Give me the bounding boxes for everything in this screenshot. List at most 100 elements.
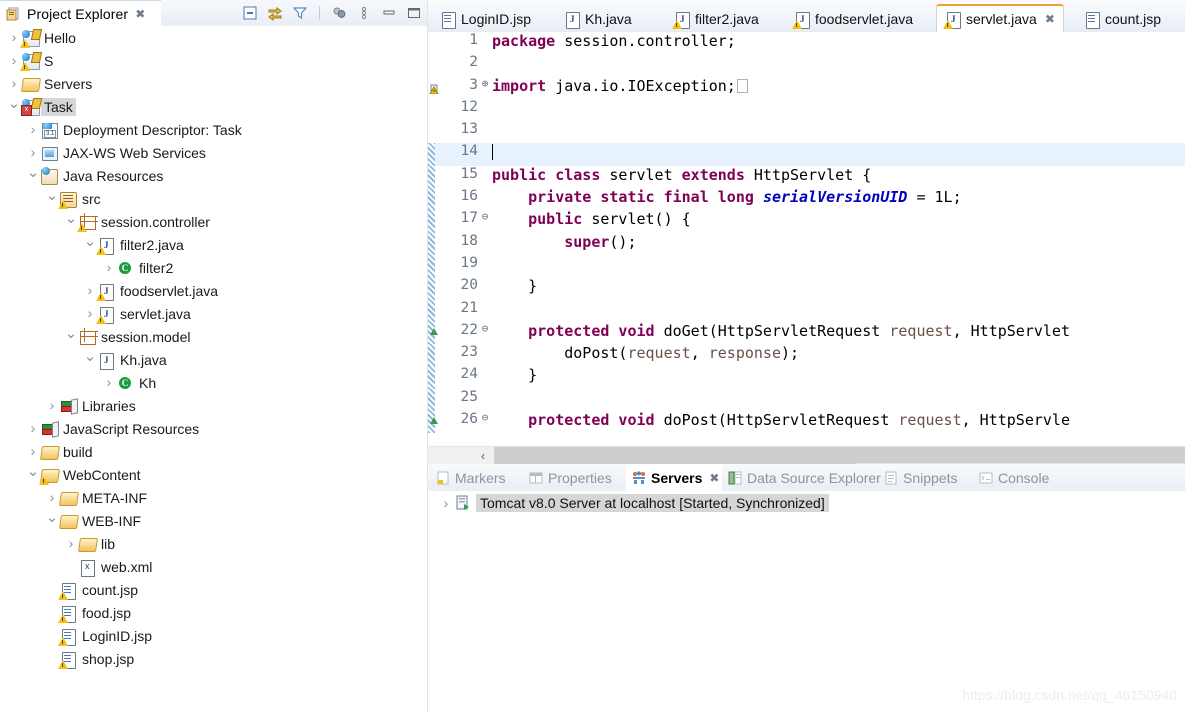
tree-item-web-xml[interactable]: web.xml: [0, 555, 428, 578]
view-menu-icon[interactable]: [356, 5, 372, 21]
code-line[interactable]: 18 super();: [428, 232, 1185, 255]
code-line[interactable]: 24 }: [428, 366, 1185, 389]
collapse-arrow-icon[interactable]: [44, 513, 60, 528]
code-line[interactable]: 17 ⊖ public servlet() {: [428, 210, 1185, 233]
tree-item-servlet-java[interactable]: servlet.java: [0, 302, 428, 325]
tree-item-javascript-resources[interactable]: JavaScript Resources: [0, 417, 428, 440]
tree-item-foodservlet-java[interactable]: foodservlet.java: [0, 279, 428, 302]
bottom-tab-console[interactable]: Console: [973, 464, 1065, 491]
code-line[interactable]: 26 ⊖ protected void doPost(HttpServletReq…: [428, 411, 1185, 434]
collapse-arrow-icon[interactable]: [25, 168, 41, 183]
tree-item-filter2-java[interactable]: filter2.java: [0, 233, 428, 256]
code-line[interactable]: 25: [428, 388, 1185, 412]
collapse-arrow-icon[interactable]: [82, 352, 98, 367]
tree-item-kh[interactable]: CKh: [0, 371, 428, 394]
tab-project-explorer[interactable]: Project Explorer ✖: [0, 0, 161, 26]
tree-item-meta-inf[interactable]: META-INF: [0, 486, 428, 509]
editor-tab-count-jsp[interactable]: count.jsp: [1076, 6, 1169, 32]
tree-item-task[interactable]: xTask: [0, 95, 428, 118]
tree-item-filter2[interactable]: Cfilter2: [0, 256, 428, 279]
code-line[interactable]: 19: [428, 254, 1185, 278]
close-icon[interactable]: ✖: [1045, 12, 1055, 26]
tree-item-session-model[interactable]: session.model: [0, 325, 428, 348]
tree-item-servers[interactable]: Servers: [0, 72, 428, 95]
fold-toggle-icon[interactable]: ⊖: [480, 411, 490, 424]
tree-item-build[interactable]: build: [0, 440, 428, 463]
expand-arrow-icon[interactable]: [6, 76, 22, 91]
tree-item-count-jsp[interactable]: count.jsp: [0, 578, 428, 601]
bottom-tab-markers[interactable]: Markers: [430, 464, 523, 491]
code-line[interactable]: 1 package session.controller;: [428, 32, 1185, 54]
tree-item-java-resources[interactable]: Java Resources: [0, 164, 428, 187]
bottom-tab-servers[interactable]: Servers ✖: [626, 464, 722, 491]
tree-item-src[interactable]: src: [0, 187, 428, 210]
expand-arrow-icon[interactable]: [25, 444, 41, 459]
editor-tab-kh-java[interactable]: Kh.java: [556, 6, 640, 32]
tree-item-session-controller[interactable]: session.controller: [0, 210, 428, 233]
tree-item-kh-java[interactable]: Kh.java: [0, 348, 428, 371]
tree-item-webcontent[interactable]: WebContent: [0, 463, 428, 486]
code-line[interactable]: 14: [428, 143, 1185, 166]
tree-item-web-inf[interactable]: WEB-INF: [0, 509, 428, 532]
tree-item-s[interactable]: S: [0, 49, 428, 72]
server-row-label[interactable]: Tomcat v8.0 Server at localhost [Started…: [476, 494, 829, 512]
scrollbar-thumb[interactable]: [494, 447, 1185, 464]
code-line[interactable]: 20 }: [428, 277, 1185, 300]
collapse-arrow-icon[interactable]: [63, 329, 79, 344]
tree-item-lib[interactable]: lib: [0, 532, 428, 555]
close-icon[interactable]: ✖: [709, 471, 719, 485]
editor-tab-filter2-java[interactable]: filter2.java: [666, 6, 767, 32]
code-line[interactable]: 23 doPost(request, response);: [428, 344, 1185, 367]
expand-arrow-icon[interactable]: [101, 375, 117, 390]
collapse-all-icon[interactable]: [242, 5, 258, 21]
tree-item-libraries[interactable]: Libraries: [0, 394, 428, 417]
fold-toggle-icon[interactable]: ⊕: [480, 77, 490, 90]
minimize-icon[interactable]: [381, 5, 397, 21]
link-with-editor-icon[interactable]: [267, 5, 283, 21]
filter-icon[interactable]: [292, 5, 308, 21]
bottom-tab-snippets[interactable]: Snippets: [878, 464, 973, 491]
expand-arrow-icon[interactable]: [63, 536, 79, 551]
code-content[interactable]: 1 package session.controller; 2 3 ⊕ import ja…: [428, 32, 1185, 464]
warning-marker-icon[interactable]: [429, 80, 442, 95]
code-line[interactable]: 2: [428, 54, 1185, 76]
fold-toggle-icon[interactable]: ⊖: [480, 322, 490, 335]
bottom-tab-properties[interactable]: Properties: [523, 464, 626, 491]
bottom-tab-bar[interactable]: Markers Properties Servers ✖ Data Source Exp…: [428, 464, 1185, 491]
focus-on-active-task-icon[interactable]: [331, 5, 347, 21]
collapse-arrow-icon[interactable]: [6, 99, 22, 114]
project-tree[interactable]: HelloSServersxTaskDeployment Descriptor:…: [0, 26, 428, 713]
code-line[interactable]: 12: [428, 99, 1185, 121]
code-line[interactable]: 16 private static final long serialVersi…: [428, 188, 1185, 211]
expand-arrow-icon[interactable]: [25, 421, 41, 436]
source-editor[interactable]: 1 package session.controller; 2 3 ⊕ import ja…: [428, 32, 1185, 464]
scroll-left-icon[interactable]: ‹: [472, 447, 494, 464]
expand-arrow-icon[interactable]: [101, 260, 117, 275]
editor-tab-servlet-java[interactable]: servlet.java ✖: [936, 4, 1064, 32]
expand-arrow-icon[interactable]: [438, 496, 454, 511]
editor-horizontal-scrollbar[interactable]: ‹: [428, 446, 1185, 464]
maximize-icon[interactable]: [406, 5, 422, 21]
expand-arrow-icon[interactable]: [25, 122, 41, 137]
tree-item-hello[interactable]: Hello: [0, 26, 428, 49]
expand-arrow-icon[interactable]: [25, 145, 41, 160]
tree-item-food-jsp[interactable]: food.jsp: [0, 601, 428, 624]
tree-item-deployment-descriptor-task[interactable]: Deployment Descriptor: Task: [0, 118, 428, 141]
code-line[interactable]: 21: [428, 299, 1185, 322]
servers-view-row[interactable]: Tomcat v8.0 Server at localhost [Started…: [428, 491, 1185, 515]
editor-tab-bar[interactable]: LoginID.jsp Kh.java filter2.java foodservle…: [428, 0, 1185, 33]
expand-arrow-icon[interactable]: [44, 490, 60, 505]
editor-tab-loginid-jsp[interactable]: LoginID.jsp: [432, 6, 539, 32]
tree-item-jax-ws-web-services[interactable]: JAX-WS Web Services: [0, 141, 428, 164]
tree-item-loginid-jsp[interactable]: LoginID.jsp: [0, 624, 428, 647]
code-line[interactable]: 22 ⊖ protected void doGet(HttpServletRequ…: [428, 321, 1185, 345]
code-line[interactable]: 15 public class servlet extends HttpServl…: [428, 165, 1185, 189]
close-icon[interactable]: ✖: [135, 8, 145, 20]
bottom-tab-data-source-explorer[interactable]: Data Source Explorer: [722, 464, 881, 491]
code-line[interactable]: 13: [428, 121, 1185, 143]
expand-arrow-icon[interactable]: [44, 398, 60, 413]
code-line[interactable]: 3 ⊕ import java.io.IOException;: [428, 77, 1185, 99]
tree-item-shop-jsp[interactable]: shop.jsp: [0, 647, 428, 670]
fold-toggle-icon[interactable]: ⊖: [480, 210, 490, 223]
editor-tab-foodservlet-java[interactable]: foodservlet.java: [786, 6, 921, 32]
